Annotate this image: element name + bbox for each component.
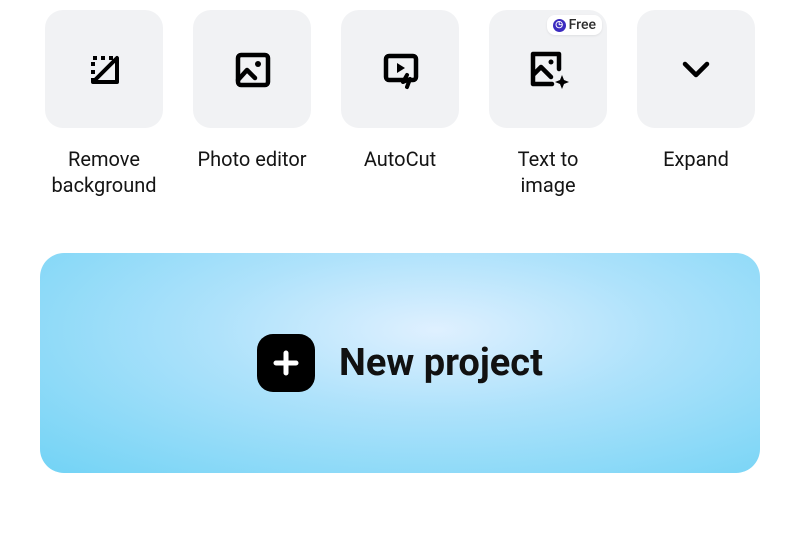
chevron-down-icon (678, 51, 714, 87)
tool-tile-remove-background[interactable] (45, 10, 163, 128)
free-badge: ◷ Free (547, 15, 602, 35)
tool-label: AutoCut (364, 146, 436, 172)
tool-label: Text to image (489, 146, 607, 198)
autocut-icon (377, 46, 423, 92)
toolbar: Remove background Photo editor (40, 10, 760, 198)
tool-remove-background: Remove background (45, 10, 163, 198)
photo-editor-icon (229, 46, 275, 92)
tool-label: Remove background (45, 146, 163, 198)
new-project-button[interactable]: New project (40, 253, 760, 473)
clock-icon: ◷ (553, 19, 566, 32)
tool-tile-text-to-image[interactable]: ◷ Free (489, 10, 607, 128)
tool-tile-autocut[interactable] (341, 10, 459, 128)
new-project-label: New project (339, 341, 543, 385)
tool-photo-editor: Photo editor (193, 10, 311, 198)
tool-tile-expand[interactable] (637, 10, 755, 128)
tool-label: Expand (663, 146, 729, 172)
remove-background-icon (81, 46, 127, 92)
tool-tile-photo-editor[interactable] (193, 10, 311, 128)
tool-expand: Expand (637, 10, 755, 198)
tool-text-to-image: ◷ Free Text to image (489, 10, 607, 198)
badge-text: Free (569, 17, 596, 33)
tool-autocut: AutoCut (341, 10, 459, 198)
plus-icon (257, 334, 315, 392)
text-to-image-icon (524, 45, 572, 93)
tool-label: Photo editor (197, 146, 306, 172)
